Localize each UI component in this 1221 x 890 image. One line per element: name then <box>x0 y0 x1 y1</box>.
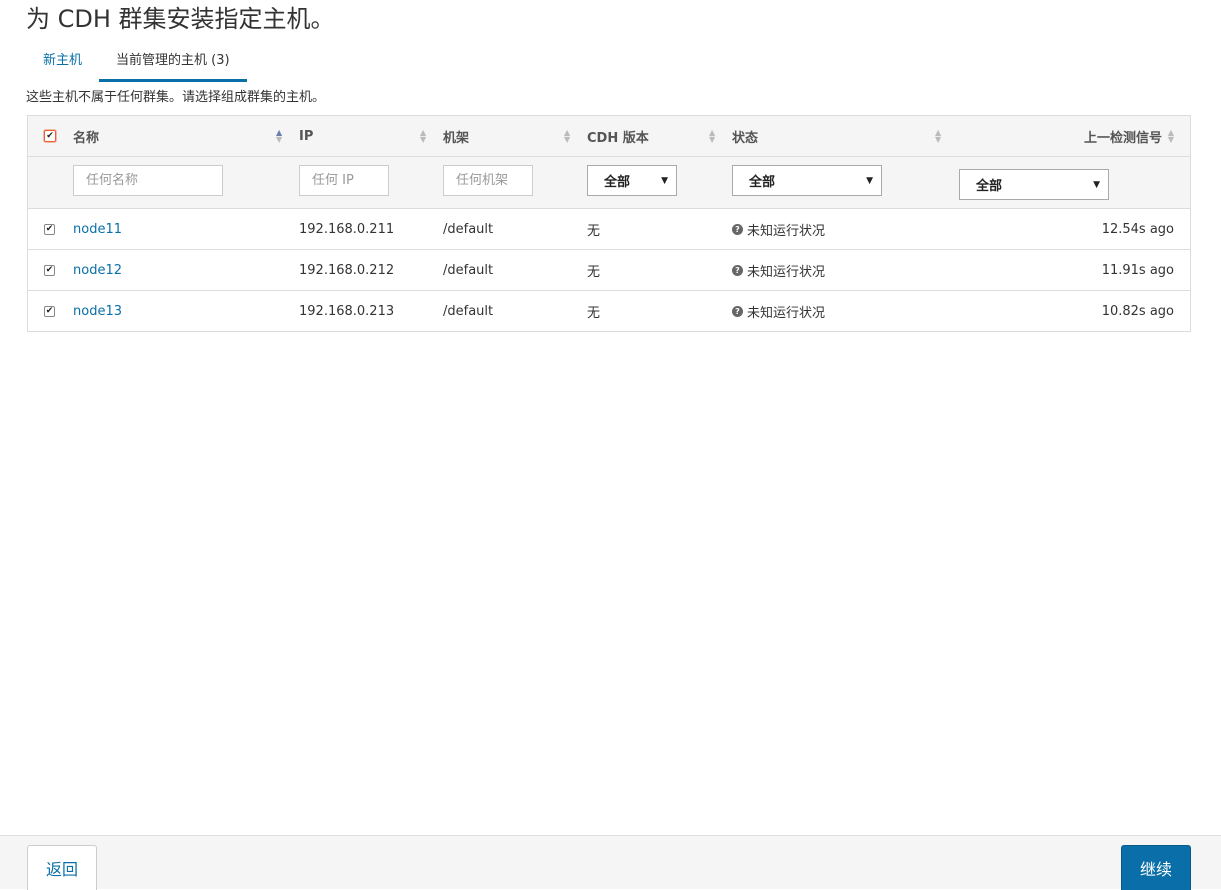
sort-arrows-icon[interactable]: ▲ ▼ <box>564 129 570 144</box>
host-status-label: 未知运行状况 <box>747 305 826 321</box>
checkmark-icon: ✔ <box>45 264 54 275</box>
hosts-table: ✔ 名称 ▲ ▼ IP ▲ ▼ 机架 ▲ ▼ CDH 版本 ▲ ▼ 状态 ▲ ▼ 上一检测… <box>27 115 1191 332</box>
status-filter-select[interactable]: 全部 ▼ <box>732 165 882 196</box>
host-last-heartbeat: 10.82s ago <box>1101 303 1174 319</box>
table-header-row: ✔ 名称 ▲ ▼ IP ▲ ▼ 机架 ▲ ▼ CDH 版本 ▲ ▼ 状态 ▲ ▼ 上一检测… <box>28 116 1190 156</box>
host-status: ? 未知运行状况 <box>732 250 825 290</box>
row-checkbox[interactable]: ✔ <box>44 223 55 235</box>
wizard-footer: 返回 继续 <box>0 835 1221 890</box>
tab-managed-hosts[interactable]: 当前管理的主机 (3) <box>99 46 247 82</box>
tab-new-hosts[interactable]: 新主机 <box>26 46 99 82</box>
table-row[interactable]: ✔ node11 192.168.0.211 /default 无 ? 未知运行… <box>28 208 1190 249</box>
select-all-checkbox[interactable]: ✔ <box>44 130 56 142</box>
last-heartbeat-filter-value: 全部 <box>976 179 1003 194</box>
table-row[interactable]: ✔ node12 192.168.0.212 /default 无 ? 未知运行… <box>28 249 1190 290</box>
status-filter-value: 全部 <box>749 175 776 190</box>
select-all-cell: ✔ <box>44 116 56 156</box>
back-button[interactable]: 返回 <box>27 845 97 890</box>
host-status: ? 未知运行状况 <box>732 209 825 249</box>
ip-filter-input[interactable] <box>299 165 389 196</box>
host-rack: /default <box>443 303 494 319</box>
host-cdh-version: 无 <box>587 264 601 280</box>
page-title: 为 CDH 群集安装指定主机。 <box>26 5 335 33</box>
sort-arrows-icon[interactable]: ▲ ▼ <box>709 129 715 144</box>
sort-arrows-icon[interactable]: ▲ ▼ <box>935 129 941 144</box>
table-row[interactable]: ✔ node13 192.168.0.213 /default 无 ? 未知运行… <box>28 290 1190 331</box>
checkmark-icon: ✔ <box>45 305 54 316</box>
host-status-label: 未知运行状况 <box>747 264 826 280</box>
name-filter-input[interactable] <box>73 165 223 196</box>
host-name-link[interactable]: node13 <box>73 291 122 331</box>
continue-button[interactable]: 继续 <box>1121 845 1191 890</box>
cdh-version-filter-value: 全部 <box>604 175 631 190</box>
cdh-version-filter-select[interactable]: 全部 ▼ <box>587 165 677 196</box>
host-name-link[interactable]: node12 <box>73 250 122 290</box>
column-header-name[interactable]: 名称 <box>73 116 99 156</box>
caret-down-icon: ▼ <box>1093 179 1100 190</box>
column-header-status[interactable]: 状态 <box>732 116 758 156</box>
checkmark-icon: ✔ <box>45 223 54 234</box>
row-checkbox[interactable]: ✔ <box>44 305 55 317</box>
host-ip: 192.168.0.212 <box>299 262 395 278</box>
page-subtitle: 这些主机不属于任何群集。请选择组成群集的主机。 <box>26 90 326 105</box>
host-cdh-version: 无 <box>587 223 601 239</box>
last-heartbeat-filter-select[interactable]: 全部 ▼ <box>959 169 1109 200</box>
tab-bar: 新主机 当前管理的主机 (3) <box>26 46 247 82</box>
host-rack: /default <box>443 221 494 237</box>
host-name-link[interactable]: node11 <box>73 209 122 249</box>
table-filter-row: 全部 ▼ 全部 ▼ 全部 ▼ <box>28 156 1190 208</box>
column-header-last-heartbeat[interactable]: 上一检测信号 <box>1084 116 1162 156</box>
question-circle-icon: ? <box>732 305 743 317</box>
host-status: ? 未知运行状况 <box>732 291 825 331</box>
question-circle-icon: ? <box>732 223 743 235</box>
host-cdh-version: 无 <box>587 305 601 321</box>
host-rack: /default <box>443 262 494 278</box>
caret-down-icon: ▼ <box>661 175 668 186</box>
row-checkbox[interactable]: ✔ <box>44 264 55 276</box>
rack-filter-input[interactable] <box>443 165 533 196</box>
host-status-label: 未知运行状况 <box>747 223 826 239</box>
column-header-rack[interactable]: 机架 <box>443 116 469 156</box>
column-header-cdh-version[interactable]: CDH 版本 <box>587 116 649 156</box>
host-last-heartbeat: 11.91s ago <box>1101 262 1174 278</box>
column-header-ip[interactable]: IP <box>299 116 313 156</box>
sort-arrows-icon[interactable]: ▲ ▼ <box>1168 129 1174 144</box>
checkmark-icon: ✔ <box>46 130 54 141</box>
caret-down-icon: ▼ <box>866 175 873 186</box>
question-circle-icon: ? <box>732 264 743 276</box>
host-last-heartbeat: 12.54s ago <box>1101 221 1174 237</box>
sort-arrows-icon[interactable]: ▲ ▼ <box>276 129 282 144</box>
host-ip: 192.168.0.213 <box>299 303 395 319</box>
host-ip: 192.168.0.211 <box>299 221 395 237</box>
sort-arrows-icon[interactable]: ▲ ▼ <box>420 129 426 144</box>
